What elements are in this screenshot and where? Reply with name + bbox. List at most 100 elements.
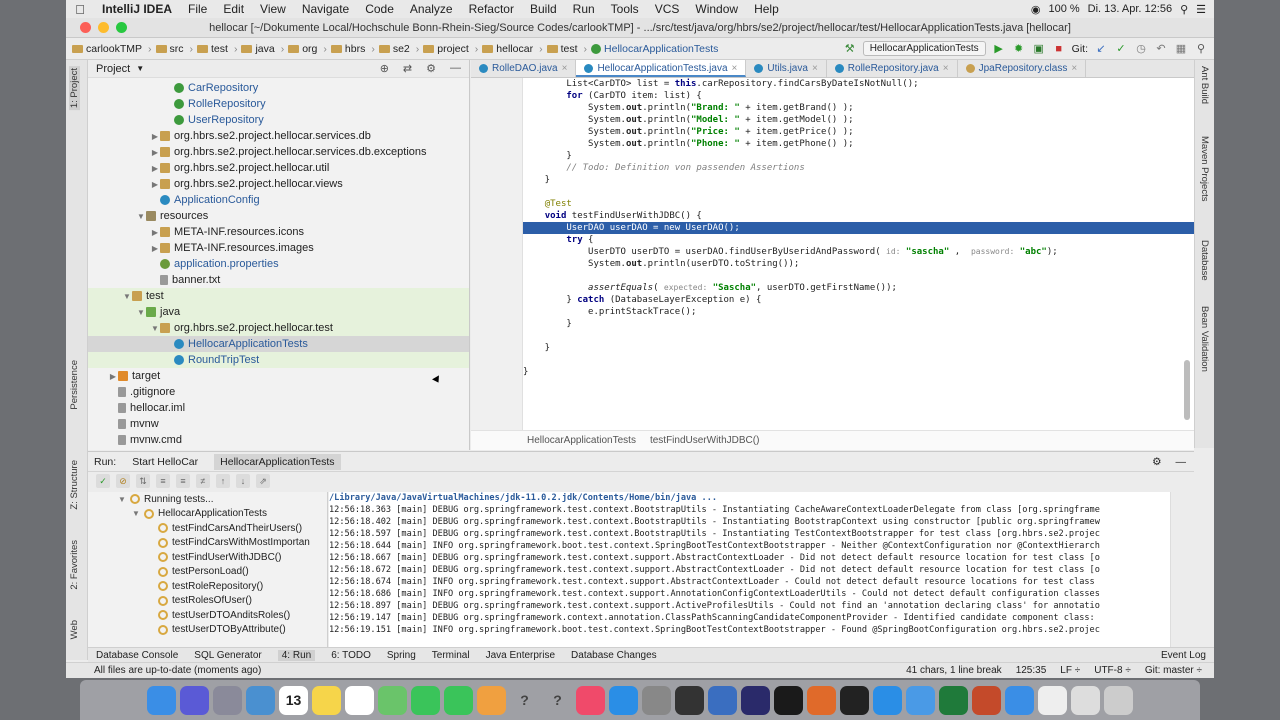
status-line-separator[interactable]: LF ÷ [1060,665,1080,676]
code-line[interactable]: 127 UserDTO userDTO = userDAO.findUserBy… [523,246,1194,258]
app-store-icon[interactable] [609,685,638,715]
wifi-icon[interactable]: ◉ [1031,3,1041,16]
expand-arrow-icon[interactable]: ▼ [122,292,132,301]
tree-item[interactable]: ▶ target [88,368,469,384]
editor-tab[interactable]: RolleRepository.java × [827,60,958,77]
music-icon[interactable] [576,685,605,715]
test-item[interactable]: testFindCarsWithMostImportan [88,536,327,551]
git-commit-icon[interactable]: ✓ [1114,42,1128,55]
code-line[interactable]: 132 e.printStackTrace(); [523,306,1194,318]
tree-item[interactable]: package.json [88,448,469,450]
run-tab-tests[interactable]: HellocarApplicationTests [214,453,341,470]
tool-tab-bean-validation[interactable]: Bean Validation [1199,306,1210,372]
tree-item[interactable]: application.properties [88,256,469,272]
test-item[interactable]: testFindCarsAndTheirUsers() [88,521,327,536]
breadcrumb-item[interactable]: test › [197,43,241,55]
code-line[interactable]: 137} [523,366,1194,378]
stop-icon[interactable]: ■ [1052,43,1066,55]
menu-navigate[interactable]: Navigate [294,2,357,16]
breadcrumb-method[interactable]: testFindUserWithJDBC() [650,435,759,446]
code-line[interactable]: 121 } [523,174,1194,186]
tree-item[interactable]: .gitignore [88,384,469,400]
next-icon[interactable]: ↓ [236,474,250,488]
menu-vcs[interactable]: VCS [647,2,688,16]
tool-tab-ant[interactable]: Ant Build [1199,66,1210,104]
test-item[interactable]: testRoleRepository() [88,579,327,594]
siri-icon[interactable] [180,685,209,715]
documents-icon[interactable] [1071,685,1100,715]
tree-item[interactable]: banner.txt [88,272,469,288]
menu-app-name[interactable]: IntelliJ IDEA [94,2,180,16]
code-line[interactable]: 116 System.out.println("Model: " + item.… [523,114,1194,126]
editor-tab[interactable]: HellocarApplicationTests.java × [576,60,747,77]
status-git-branch[interactable]: Git: master ÷ [1145,665,1202,676]
tree-item[interactable]: ▶ org.hbrs.se2.project.hellocar.services.… [88,128,469,144]
test-item[interactable]: ▼ Running tests... [88,492,327,507]
menu-window[interactable]: Window [687,2,746,16]
expand-arrow-icon[interactable]: ▶ [150,132,160,141]
hide-icon[interactable]: — [1176,456,1187,468]
bottom-tab[interactable]: SQL Generator [194,650,261,661]
test-item[interactable]: ▼ HellocarApplicationTests [88,507,327,522]
photos-icon[interactable] [477,685,506,715]
menu-help[interactable]: Help [746,2,787,16]
editor-tab[interactable]: RolleDAO.java × [471,60,577,77]
tree-item[interactable]: RoundTripTest [88,352,469,368]
show-ignored-icon[interactable]: ⊘ [116,474,130,488]
menu-build[interactable]: Build [522,2,565,16]
close-tab-icon[interactable]: × [812,63,818,77]
clock-label[interactable]: Di. 13. Apr. 12:56 [1088,3,1172,15]
search-everywhere-icon[interactable]: ⚲ [1194,42,1208,55]
git-update-icon[interactable]: ↙ [1094,42,1108,55]
show-passed-icon[interactable]: ✓ [96,474,110,488]
tool-tab-database[interactable]: Database [1199,240,1210,281]
menu-code[interactable]: Code [357,2,402,16]
terminal-icon[interactable] [840,685,869,715]
breadcrumb-item[interactable]: carlookTMP › [72,43,156,55]
bottom-tab[interactable]: Terminal [432,650,470,661]
close-tab-icon[interactable]: × [943,63,949,77]
tree-item[interactable]: ▶ org.hbrs.se2.project.hellocar.util [88,160,469,176]
menu-tools[interactable]: Tools [603,2,647,16]
collapse-all-icon[interactable]: ⇄ [403,62,412,75]
preview-icon[interactable] [246,685,275,715]
trash-icon[interactable] [1104,685,1133,715]
tree-item[interactable]: HellocarApplicationTests [88,336,469,352]
event-log-button[interactable]: Event Log [1161,650,1214,661]
test-item[interactable]: testRolesOfUser() [88,594,327,609]
tree-item[interactable]: RolleRepository [88,96,469,112]
tree-item[interactable]: mvnw.cmd [88,432,469,448]
tree-item[interactable]: ▼ java [88,304,469,320]
gear-icon[interactable]: ⚙ [426,62,436,75]
code-line[interactable]: 120 // Todo: Definition von passenden As… [523,162,1194,174]
expand-arrow-icon[interactable]: ▶ [108,372,118,381]
tree-item[interactable]: ▶ META-INF.resources.icons [88,224,469,240]
expand-arrow-icon[interactable]: ▶ [150,244,160,253]
maps-icon[interactable] [378,685,407,715]
code-line[interactable]: 129 [523,270,1194,282]
tree-item[interactable]: ▶ org.hbrs.se2.project.hellocar.services.… [88,144,469,160]
menu-edit[interactable]: Edit [215,2,252,16]
tool-tab-maven[interactable]: Maven Projects [1199,136,1210,201]
bottom-tab[interactable]: Spring [387,650,416,661]
breadcrumb-item[interactable]: se2 › [378,43,423,55]
code-line[interactable]: 136 [523,354,1194,366]
code-line[interactable]: 130 assertEquals( expected: "Sascha", us… [523,282,1194,294]
expand-arrow-icon[interactable]: ▶ [150,180,160,189]
run-tab-start-hellocar[interactable]: Start HelloCar [126,454,204,470]
expand-arrow-icon[interactable]: ▶ [150,148,160,157]
excel-icon[interactable] [939,685,968,715]
test-item[interactable]: testPersonLoad() [88,565,327,580]
editor-scrollbar[interactable] [1184,360,1190,420]
export-icon[interactable]: ⇗ [256,474,270,488]
settings-icon[interactable] [642,685,671,715]
tree-item[interactable]: ▼ org.hbrs.se2.project.hellocar.test [88,320,469,336]
sort-alpha-icon[interactable]: ⇅ [136,474,150,488]
code-line[interactable]: 114 for (CarDTO item: list) { [523,90,1194,102]
expand-arrow-icon[interactable]: ▼ [118,495,130,504]
run-icon[interactable]: ▶ [992,42,1006,55]
battery-label[interactable]: 100 % [1048,3,1079,15]
test-item[interactable]: testUserDTOByAttribute() [88,623,327,638]
editor-tab[interactable]: JpaRepository.class × [958,60,1087,77]
code-line[interactable]: 133 } [523,318,1194,330]
